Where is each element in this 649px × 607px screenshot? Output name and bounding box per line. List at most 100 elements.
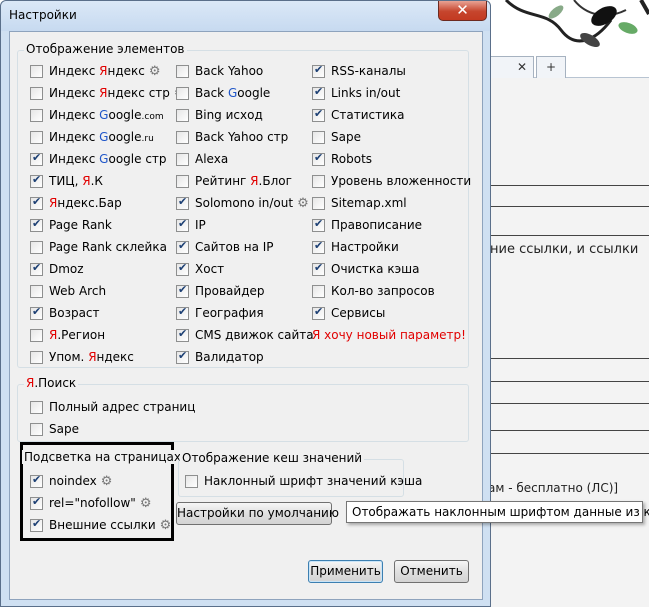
display-option[interactable]: RSS-каналы [312,61,406,81]
checkbox[interactable] [30,284,43,298]
display-option[interactable]: Индекс Google стр [30,149,167,169]
display-option[interactable]: Bing исход [176,105,263,125]
new-tab-button[interactable]: + [536,56,566,78]
display-option[interactable]: ТИЦ, Я.К [30,171,103,191]
checkbox[interactable] [30,400,43,414]
checkbox[interactable] [176,283,189,298]
checkbox[interactable] [312,174,325,188]
cancel-button[interactable]: Отменить [394,560,469,583]
display-option[interactable]: Dmoz [30,259,84,279]
checkbox[interactable] [30,86,43,100]
checkbox[interactable] [312,63,325,78]
display-option[interactable]: Я хочу новый параметр! [312,325,466,345]
checkbox[interactable] [30,473,43,488]
checkbox[interactable] [176,108,189,122]
title-bar[interactable]: Настройки ✕ [1,1,490,31]
display-option[interactable]: Page Rank склейка [30,237,167,257]
checkbox[interactable] [176,305,189,320]
display-option[interactable]: Alexa [176,149,228,169]
checkbox[interactable] [176,239,189,254]
highlight-option[interactable]: rel="nofollow" ⚙ [30,493,151,513]
display-option[interactable]: Правописание [312,215,422,235]
display-option[interactable]: Индекс Google.ru [30,127,154,147]
display-option[interactable]: Кол-во запросов [312,281,435,301]
checkbox[interactable] [30,328,43,342]
display-option[interactable]: Индекс Яндекс стр⚙ [30,83,186,103]
close-button[interactable]: ✕ [438,1,487,21]
display-option[interactable]: Валидатор [176,347,264,367]
display-option[interactable]: Настройки [312,237,399,257]
display-option[interactable]: Индекс Google.com [30,105,164,125]
checkbox[interactable] [312,284,325,298]
display-option[interactable]: Page Rank [30,215,112,235]
display-option[interactable]: Sitemap.xml [312,193,407,213]
checkbox[interactable] [30,350,43,364]
checkbox[interactable] [176,217,189,232]
checkbox[interactable] [30,108,43,122]
display-option[interactable]: Web Arch [30,281,106,301]
display-option[interactable]: Back Yahoo стр [176,127,288,147]
display-option[interactable]: Статистика [312,105,405,125]
close-icon[interactable]: ✕ [517,57,527,77]
checkbox[interactable] [30,495,43,510]
display-option[interactable]: Я.Регион [30,325,105,345]
display-option[interactable]: Sape [312,127,361,147]
gear-icon[interactable]: ⚙ [149,64,161,79]
gear-icon[interactable]: ⚙ [140,496,152,511]
checkbox[interactable] [176,64,189,78]
checkbox[interactable] [30,195,43,210]
display-option[interactable]: Возраст [30,303,100,323]
checkbox[interactable] [176,327,189,342]
display-option[interactable]: Back Yahoo [176,61,263,81]
display-option[interactable]: Индекс Яндекс ⚙ [30,61,161,81]
display-option[interactable]: IP [176,215,206,235]
checkbox[interactable] [30,422,43,436]
checkbox[interactable] [176,349,189,364]
checkbox[interactable] [30,261,43,276]
checkbox[interactable] [176,261,189,276]
display-option[interactable]: Очистка кэша [312,259,420,279]
display-option[interactable]: Links in/out [312,83,400,103]
display-option[interactable]: Solomono in/out⚙ [176,193,309,213]
display-option[interactable]: Хост [176,259,224,279]
checkbox[interactable] [312,130,325,144]
checkbox[interactable] [312,151,325,166]
apply-button[interactable]: Применить [308,560,383,583]
gear-icon[interactable]: ⚙ [101,474,113,489]
checkbox[interactable] [185,474,198,488]
checkbox[interactable] [312,107,325,122]
highlight-option[interactable]: noindex ⚙ [30,471,112,491]
checkbox[interactable] [176,195,189,210]
display-option[interactable]: Уровень вложенности [312,171,471,191]
checkbox[interactable] [312,239,325,254]
display-option[interactable]: Robots [312,149,372,169]
display-option[interactable]: География [176,303,264,323]
ypoisk-option[interactable]: Полный адрес страниц [30,397,195,417]
display-option[interactable]: Провайдер [176,281,265,301]
display-option[interactable]: Сайтов на IP [176,237,274,257]
checkbox[interactable] [312,85,325,100]
checkbox[interactable] [312,305,325,320]
checkbox[interactable] [176,130,189,144]
checkbox[interactable] [176,86,189,100]
checkbox[interactable] [30,173,43,188]
display-option[interactable]: CMS движок сайта [176,325,314,345]
display-option[interactable]: Упом. Яндекс [30,347,134,367]
checkbox[interactable] [312,261,325,276]
display-option[interactable]: Яндекс.Бар [30,193,122,213]
highlight-option[interactable]: Внешние ссылки ⚙ [30,515,171,535]
gear-icon[interactable]: ⚙ [297,196,309,211]
checkbox[interactable] [30,151,43,166]
checkbox[interactable] [176,152,189,166]
checkbox[interactable] [176,174,189,188]
gear-icon[interactable]: ⚙ [160,518,172,533]
checkbox[interactable] [30,64,43,78]
cache-option[interactable]: Наклонный шрифт значений кэша [185,471,422,491]
checkbox[interactable] [312,217,325,232]
display-option[interactable]: Сервисы [312,303,385,323]
checkbox[interactable] [30,240,43,254]
defaults-button[interactable]: Настройки по умолчанию [176,502,339,525]
display-option[interactable]: Back Google [176,83,270,103]
checkbox[interactable] [30,305,43,320]
checkbox[interactable] [312,196,325,210]
